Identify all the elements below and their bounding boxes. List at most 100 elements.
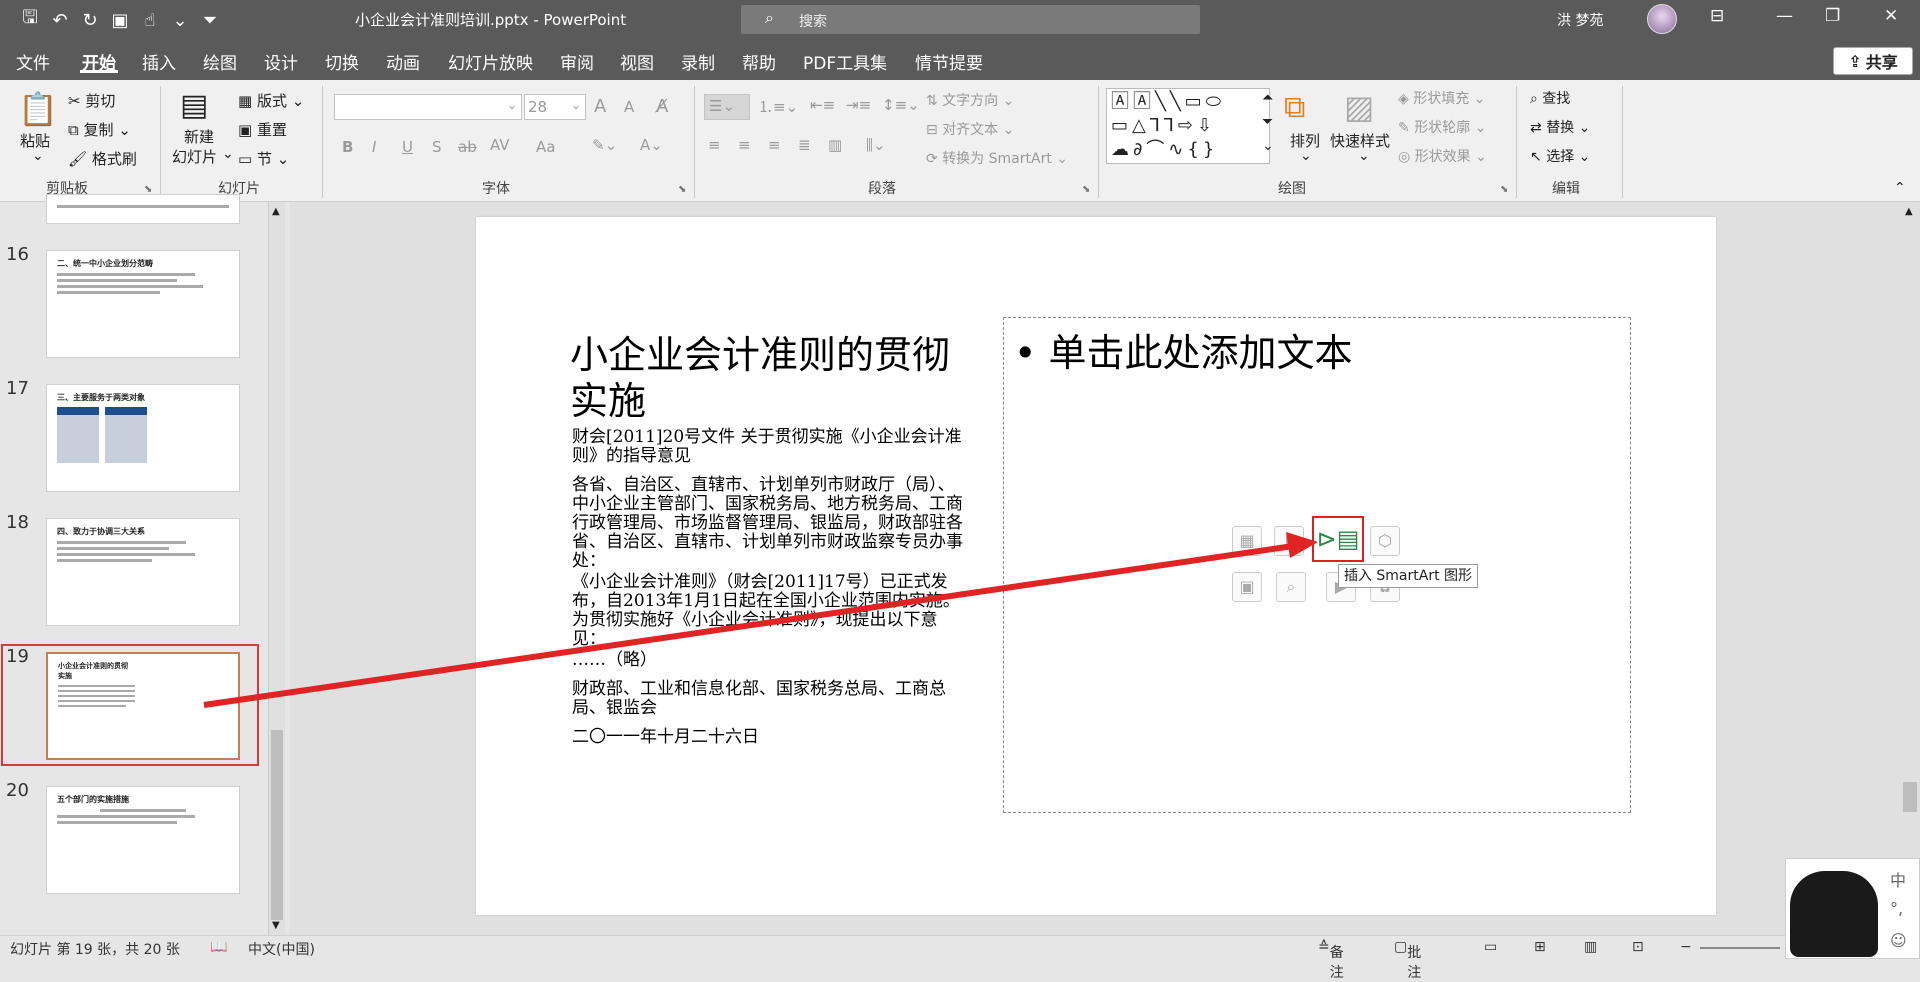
search-input[interactable]: ⌕ 搜索 [741,5,1200,34]
shape-fill-button[interactable]: ◈ 形状填充 ⌄ [1398,88,1485,108]
select-button[interactable]: ↖ 选择 ⌄ [1530,146,1590,166]
shape-outline-button[interactable]: ✎ 形状轮廓 ⌄ [1398,117,1486,137]
zoom-out-icon[interactable]: − [1680,939,1692,955]
reset-button[interactable]: ▣ 重置 [238,119,287,140]
justify-icon[interactable]: ≣ [798,136,811,154]
language-indicator[interactable]: 中文(中国) [248,939,315,959]
gallery-down-icon[interactable]: ⏷ [1262,114,1273,130]
paragraph-launcher-icon[interactable]: ⬊ [1082,184,1090,195]
tab-review[interactable]: 审阅 [560,49,594,74]
underline-button[interactable]: U [402,138,413,156]
tab-design[interactable]: 设计 [264,49,298,74]
ime-widget[interactable]: 中 °, ☺ [1785,858,1920,959]
tab-pdf-tools[interactable]: PDF工具集 [803,49,887,74]
arrange-icon[interactable]: ⧉ [1284,90,1305,125]
paste-dropdown-icon[interactable]: ⌄ [32,148,44,164]
avatar[interactable] [1647,4,1677,34]
restore-icon[interactable]: ❐ [1825,6,1840,26]
new-slide-icon[interactable]: ▤ [180,88,208,123]
clear-format-icon[interactable]: A̸ [656,96,668,117]
redo-icon[interactable]: ↻ [80,10,100,31]
convert-smartart-button[interactable]: ⟳ 转换为 SmartArt ⌄ [926,148,1068,168]
cut-button[interactable]: ✂ 剪切 [68,90,115,111]
share-button[interactable]: ⇪ 共享 [1833,47,1913,75]
slide-thumbnail-18[interactable]: 四、致力于协调三大关系 [46,518,240,626]
italic-button[interactable]: I [372,138,376,156]
touch-mode-dropdown-icon[interactable]: ⌄ [170,10,190,31]
distributed-icon[interactable]: ▥ [828,136,842,154]
tab-record[interactable]: 录制 [681,49,715,74]
replace-button[interactable]: ⇄ 替换 ⌄ [1530,117,1590,137]
arrange-dropdown-icon[interactable]: ⌄ [1300,148,1312,164]
numbering-icon[interactable]: ⒈≡⌄ [758,96,798,117]
font-size-select[interactable]: 28 ⌄ [524,94,586,120]
tab-insert[interactable]: 插入 [142,49,176,74]
accessibility-icon[interactable]: 📖 [210,939,227,955]
tab-storyboard[interactable]: 情节提要 [915,49,983,74]
align-text-button[interactable]: ⊟ 对齐文本 ⌄ [926,119,1014,139]
quick-styles-icon[interactable]: ▨ [1344,88,1374,126]
char-spacing-button[interactable]: AV [490,136,510,154]
font-name-select[interactable]: ⌄ [334,94,522,120]
slide-sorter-icon[interactable]: ⊞ [1534,939,1546,955]
insert-smartart-icon[interactable]: ⊳▤ [1312,516,1364,562]
tab-animations[interactable]: 动画 [386,49,420,74]
change-case-button[interactable]: Aa [536,138,555,156]
slide-thumbnail-17[interactable]: 三、主要服务于两类对象 [46,384,240,492]
scroll-thumb[interactable] [271,730,283,920]
grow-font-icon[interactable]: A [594,96,606,117]
ribbon-display-icon[interactable]: ⊟ [1710,6,1724,26]
thumbnail-scrollbar[interactable]: ▲ ▼ [268,202,285,935]
scroll-up-icon[interactable]: ▲ [1905,206,1913,217]
slide-thumbnail-15[interactable] [46,194,240,224]
new-slide-label-1[interactable]: 新建 [184,126,214,147]
find-button[interactable]: ⌕ 查找 [1530,88,1570,108]
close-icon[interactable]: ✕ [1884,6,1898,26]
content-placeholder[interactable]: • 单击此处添加文本 [1003,317,1631,813]
paste-icon[interactable]: 📋 [18,90,58,128]
gallery-up-icon[interactable]: ⏶ [1262,90,1273,106]
scroll-thumb[interactable] [1903,782,1917,812]
gallery-more-icon[interactable]: ⌄ [1262,138,1274,154]
save-icon[interactable]: 🖫 [20,5,40,35]
slide-body-text[interactable]: 财会[2011]20号文件 关于贯彻实施《小企业会计准则》的指导意见 各省、自治… [572,428,964,757]
scroll-up-icon[interactable]: ▲ [272,206,280,217]
comments-button[interactable]: ▢ 批注 [1394,939,1421,981]
notes-button[interactable]: ≙ 备注 [1318,939,1344,981]
quick-styles-dropdown-icon[interactable]: ⌄ [1358,148,1370,164]
shrink-font-icon[interactable]: A [624,98,634,116]
highlight-icon[interactable]: ✎⌄ [592,136,617,154]
tab-draw[interactable]: 绘图 [203,49,237,74]
user-name[interactable]: 洪 梦苑 [1557,10,1603,30]
insert-chart-icon[interactable]: ▮ [1274,526,1304,556]
present-icon[interactable]: ▣ [110,10,130,31]
strikethrough-button[interactable]: ab [458,138,477,156]
slide-thumbnail-20[interactable]: 五个部门的实施措施 [46,786,240,894]
new-slide-dropdown-icon[interactable]: ⌄ [222,146,234,162]
copy-button[interactable]: ⧉ 复制 ⌄ [68,119,131,140]
insert-online-picture-icon[interactable]: ⌕ [1276,572,1306,602]
new-slide-label-2[interactable]: 幻灯片 [172,146,217,167]
bold-button[interactable]: B [342,138,353,156]
font-color-icon[interactable]: A⌄ [640,136,663,154]
decrease-indent-icon[interactable]: ⇤≡ [810,96,835,114]
increase-indent-icon[interactable]: ⇥≡ [846,96,871,114]
slide-thumbnail-19[interactable]: 小企业会计准则的贯彻实施 [46,652,240,760]
touch-mode-icon[interactable]: ☝ [140,10,160,31]
shape-effects-button[interactable]: ◎ 形状效果 ⌄ [1398,146,1487,166]
tab-transitions[interactable]: 切换 [325,49,359,74]
bullets-button[interactable]: ☰⌄ [704,94,750,120]
tab-help[interactable]: 帮助 [742,49,776,74]
text-direction-button[interactable]: ⇅ 文字方向 ⌄ [926,90,1014,110]
section-button[interactable]: ▭ 节 ⌄ [238,148,289,169]
insert-picture-icon[interactable]: ▣ [1232,572,1262,602]
scroll-down-icon[interactable]: ▼ [272,920,280,931]
shapes-gallery[interactable]: 🄰🄰╲╲▭⬭ ▭△⅂⅂⇨⇩ ☁∂⌒∿{} [1106,88,1270,164]
font-launcher-icon[interactable]: ⬊ [678,184,686,195]
columns-icon[interactable]: ⫼⌄ [866,136,885,154]
slide-scrollbar[interactable]: ▲ ⏫ ⏬ [1900,202,1920,935]
reading-view-icon[interactable]: ▥ [1584,939,1597,955]
drawing-launcher-icon[interactable]: ⬊ [1500,184,1508,195]
tab-slideshow[interactable]: 幻灯片放映 [448,49,533,74]
normal-view-icon[interactable]: ▭ [1484,939,1497,955]
